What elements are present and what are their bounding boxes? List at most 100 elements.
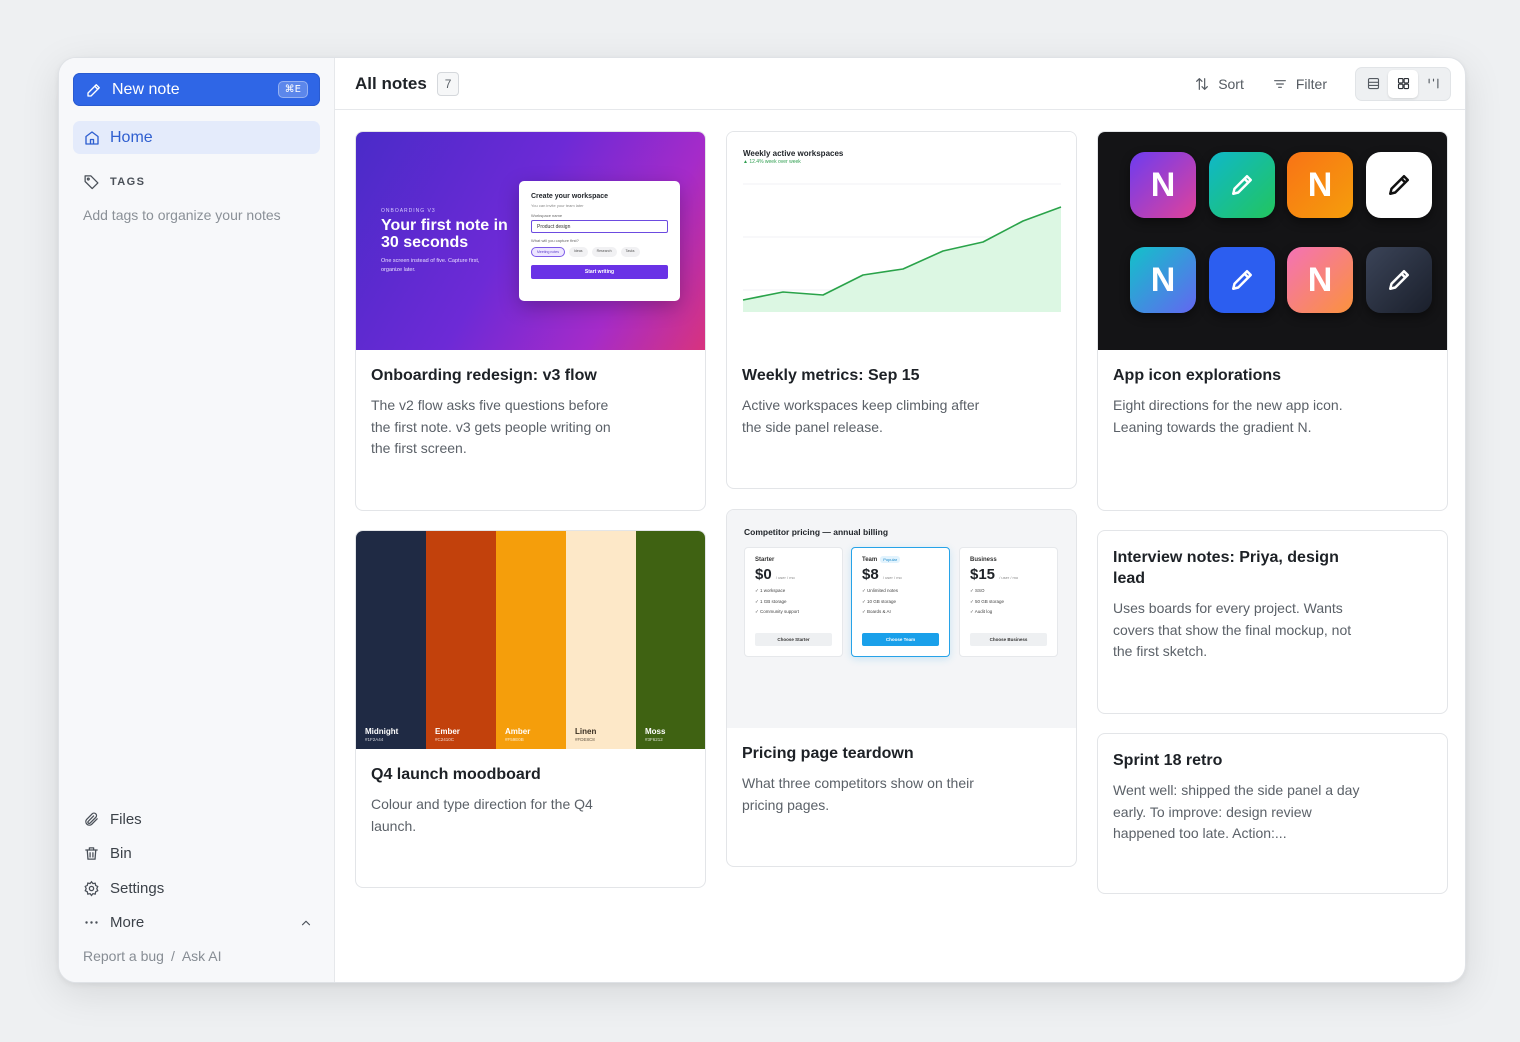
sidebar-item-label: Bin: [110, 845, 132, 863]
tag-icon: [84, 175, 99, 190]
report-bug-link[interactable]: Report a bug: [83, 948, 164, 964]
tier-feature: ✓ Unlimited notes: [862, 588, 899, 593]
sidebar-item-settings[interactable]: Settings: [83, 871, 313, 906]
mockup-button: Start writing: [531, 265, 668, 279]
app-icon-pencil-dark: [1366, 247, 1432, 313]
mockup-chip: Tasks: [620, 247, 640, 257]
main-area: All notes 7 Sort Filter ONBOARDING V3 Yo…: [335, 58, 1465, 982]
note-card-icons[interactable]: N N N N App icon explorations Eight dire…: [1097, 131, 1448, 511]
note-card-pricing[interactable]: Competitor pricing — annual billing Star…: [726, 509, 1077, 867]
tier-unit: / user / mo: [999, 575, 1019, 580]
page-title: All notes: [355, 73, 427, 93]
swatch-hex: #1F2A44: [365, 737, 384, 742]
pricing-tier-business: Business $15 / user / mo ✓ SSO ✓ 50 GB s…: [959, 547, 1058, 657]
tier-feature: ✓ 1 workspace: [755, 588, 786, 593]
card-title: Pricing page teardown: [742, 745, 914, 762]
mockup-title: Create your workspace: [531, 193, 609, 200]
sidebar-item-more[interactable]: More: [83, 906, 313, 941]
sidebar-item-label: Home: [110, 128, 153, 146]
tier-name: Business: [970, 557, 997, 563]
pencil-icon: [1232, 175, 1252, 195]
mockup-field-label: Workspace name: [531, 213, 563, 218]
list-view-button[interactable]: [1358, 70, 1388, 98]
card-title: Interview notes: Priya, design lead: [1113, 549, 1339, 587]
swatch-hex: #3F6212: [645, 737, 663, 742]
list-view-icon: [1367, 77, 1379, 90]
sidebar-item-label: Files: [110, 810, 142, 828]
app-icon-pencil-white: [1366, 152, 1432, 218]
grid-view-button[interactable]: [1388, 69, 1418, 98]
swatch-midnight: Midnight #1F2A44: [356, 531, 426, 749]
footer-separator: /: [170, 948, 175, 964]
card-title: Sprint 18 retro: [1113, 752, 1223, 769]
paperclip-icon: [85, 812, 98, 826]
swatch-ember: Ember #C2410C: [426, 531, 496, 749]
home-icon: [85, 130, 99, 145]
filter-button[interactable]: Filter: [1272, 76, 1327, 92]
card-title: Weekly metrics: Sep 15: [742, 367, 920, 384]
tags-heading-label: TAGS: [110, 175, 146, 188]
ask-ai-link[interactable]: Ask AI: [182, 948, 222, 964]
tier-cta: Choose Business: [970, 633, 1047, 646]
sidebar-item-label: More: [110, 914, 145, 932]
note-count-badge: 7: [436, 71, 460, 96]
card-title: App icon explorations: [1113, 367, 1282, 384]
card-cover: Midnight #1F2A44 Ember #C2410C Amber #F5…: [356, 531, 705, 749]
tier-cta: Choose Team: [862, 633, 939, 646]
note-card-interview[interactable]: Interview notes: Priya, design lead Uses…: [1097, 530, 1448, 714]
tier-feature: ✓ SSO: [970, 588, 985, 593]
pencil-icon: [1389, 270, 1409, 290]
tier-feature: ✓ Audit log: [970, 609, 993, 614]
swatch-linen: Linen #FDE8C8: [566, 531, 636, 749]
card-title: Q4 launch moodboard: [371, 766, 541, 783]
mockup-chip: Ideas: [569, 247, 588, 257]
cover-heading: Competitor pricing — annual billing: [744, 527, 889, 537]
pencil-icon: [87, 83, 100, 97]
popular-badge: Popular: [880, 556, 901, 563]
tags-heading[interactable]: TAGS: [83, 173, 145, 190]
app-icon-n-pink: N: [1287, 247, 1353, 313]
gear-icon: [84, 880, 99, 897]
sidebar-item-label: Settings: [110, 879, 165, 897]
tags-hint: Add tags to organize your notes: [83, 207, 281, 223]
app-icon-n-purple: N: [1130, 152, 1196, 218]
swatch-hex: #FDE8C8: [575, 737, 595, 742]
tier-price: $0: [755, 566, 772, 583]
note-card-retro[interactable]: Sprint 18 retro Went well: shipped the s…: [1097, 733, 1448, 894]
note-card-moodboard[interactable]: Midnight #1F2A44 Ember #C2410C Amber #F5…: [355, 530, 706, 888]
app-window: New note ⌘E Home TAGS Add tags to organi…: [58, 57, 1466, 983]
more-icon: [85, 921, 98, 924]
trash-icon: [85, 847, 98, 861]
app-icon-n-orange: N: [1287, 152, 1353, 218]
note-card-onboarding[interactable]: ONBOARDING V3 Your first note in 30 seco…: [355, 131, 706, 511]
new-note-button[interactable]: New note ⌘E: [73, 73, 320, 106]
toolbar-actions: Sort Filter: [1194, 66, 1451, 101]
mockup-field: Product design: [531, 220, 668, 233]
card-excerpt: Active workspaces keep climbing after th…: [742, 397, 980, 435]
cover-subtext: One screen instead of five. Capture firs…: [381, 258, 480, 273]
tier-feature: ✓ 50 GB storage: [970, 598, 1005, 604]
card-cover: ONBOARDING V3 Your first note in 30 seco…: [356, 132, 705, 350]
sidebar-footer: Report a bug / Ask AI: [83, 948, 222, 964]
sidebar-item-files[interactable]: Files: [83, 802, 313, 837]
sidebar: New note ⌘E Home TAGS Add tags to organi…: [59, 58, 335, 982]
pricing-tier-starter: Starter $0 / user / mo ✓ 1 workspace ✓ 1…: [744, 547, 843, 657]
tier-feature: ✓ 10 GB storage: [862, 598, 897, 604]
pencil-icon: [1389, 175, 1409, 195]
tier-feature: ✓ Boards & AI: [862, 609, 891, 614]
sidebar-item-home[interactable]: Home: [73, 121, 320, 154]
chevron-up-icon[interactable]: [299, 916, 313, 930]
mockup-chip: Research: [591, 247, 617, 257]
tier-name: Team: [862, 557, 878, 563]
card-cover: Weekly active workspaces ▲ 12.4% week ov…: [727, 132, 1076, 350]
top-bar: All notes 7 Sort Filter: [335, 58, 1465, 110]
board-view-icon: [1428, 78, 1438, 89]
cover-kicker: ONBOARDING V3: [381, 208, 436, 214]
sidebar-item-bin[interactable]: Bin: [83, 837, 313, 872]
swatch-amber: Amber #F59E0B: [496, 531, 566, 749]
board-view-button[interactable]: [1418, 70, 1448, 98]
note-card-metrics[interactable]: Weekly active workspaces ▲ 12.4% week ov…: [726, 131, 1077, 489]
sort-button[interactable]: Sort: [1194, 76, 1244, 92]
tier-unit: / user / mo: [775, 575, 795, 580]
card-excerpt: Eight directions for the new app icon. L…: [1113, 397, 1343, 435]
